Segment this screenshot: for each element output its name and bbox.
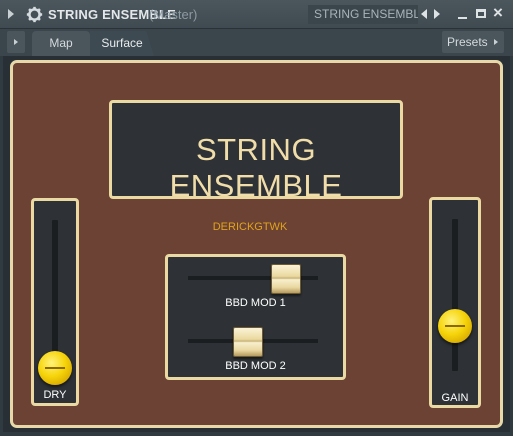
tab-map[interactable]: Map	[32, 31, 90, 56]
author-label: DERICKGTWK	[212, 221, 288, 233]
bbd-mod-2-label: BBD MOD 2	[225, 360, 286, 372]
close-icon: ×	[493, 3, 503, 22]
bbd-mod-2-handle[interactable]	[232, 327, 263, 357]
window-subtitle: (Master)	[149, 7, 198, 22]
expand-button[interactable]	[7, 31, 25, 53]
tab-surface[interactable]: Surface	[90, 31, 154, 56]
next-arrow-icon[interactable]	[434, 9, 440, 19]
presets-label: Presets	[447, 35, 488, 49]
gain-label: GAIN	[441, 392, 469, 404]
gain-fader-knob[interactable]	[438, 309, 472, 343]
tab-bar: Map Surface Presets	[0, 29, 513, 56]
plugin-name-field[interactable]: STRING ENSEMBLE	[308, 5, 418, 24]
minimize-icon	[458, 17, 467, 19]
prev-arrow-icon[interactable]	[421, 9, 427, 19]
maximize-icon	[476, 9, 486, 18]
arrow-right-icon	[14, 39, 18, 45]
minimize-button[interactable]	[455, 5, 471, 23]
gain-fader-panel: GAIN	[429, 197, 481, 408]
arrow-right-icon	[494, 39, 498, 45]
window-titlebar[interactable]: STRING ENSEMBLE (Master) STRING ENSEMBLE…	[0, 0, 513, 29]
display-title: STRING ENSEMBLE	[169, 132, 343, 203]
gear-icon[interactable]	[26, 6, 43, 23]
dry-label: DRY	[43, 389, 67, 401]
maximize-button[interactable]	[473, 5, 489, 23]
dry-fader-knob[interactable]	[38, 351, 72, 385]
bbd-mod-panel: BBD MOD 1 BBD MOD 2	[165, 254, 346, 380]
bbd-mod-1-label: BBD MOD 1	[225, 297, 286, 309]
title-display: STRING ENSEMBLE	[109, 100, 403, 203]
presets-button[interactable]: Presets	[442, 31, 504, 53]
arrow-right-icon[interactable]	[8, 9, 14, 19]
close-button[interactable]: ×	[492, 3, 508, 23]
gain-fader-track[interactable]	[452, 219, 458, 371]
bbd-mod-1-handle[interactable]	[271, 264, 301, 294]
dry-fader-panel: DRY	[31, 198, 79, 406]
